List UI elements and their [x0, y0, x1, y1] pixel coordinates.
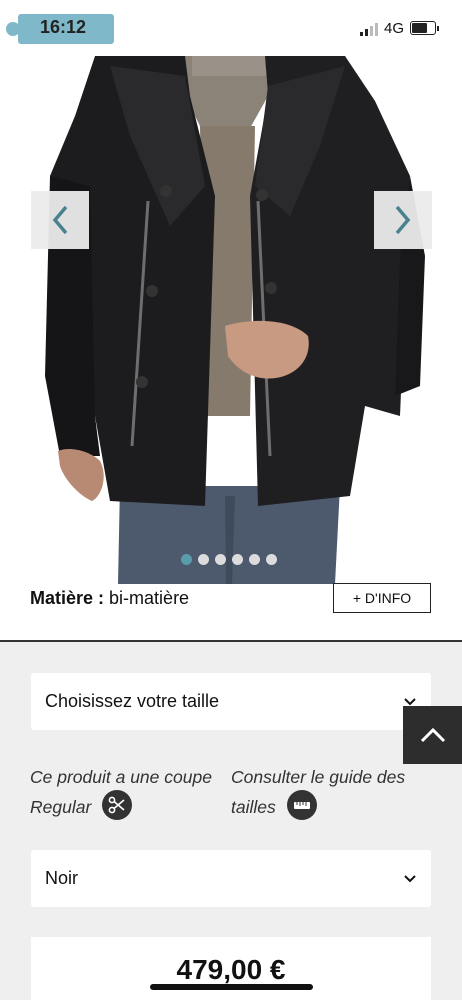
chevron-left-icon [52, 205, 68, 235]
scissors-icon [102, 790, 133, 821]
carousel-dot[interactable] [215, 554, 226, 565]
material-label: Matière : [30, 588, 105, 608]
carousel-next-button[interactable] [374, 191, 432, 249]
price-box: 479,00 € [31, 937, 431, 1007]
chevron-down-icon [404, 697, 416, 705]
carousel-dot[interactable] [266, 554, 277, 565]
chevron-up-icon [420, 727, 445, 743]
status-bar: 16:12 4G [0, 0, 462, 56]
carousel-dot[interactable] [249, 554, 260, 565]
carousel-dot[interactable] [232, 554, 243, 565]
size-guide-text: Consulter le guide des tailles [231, 767, 406, 817]
carousel-prev-button[interactable] [31, 191, 89, 249]
chevron-right-icon [395, 205, 411, 235]
material-value: bi-matière [109, 588, 190, 608]
carousel-pagination[interactable] [181, 554, 277, 565]
color-select[interactable]: Noir [31, 850, 431, 907]
carousel-dot[interactable] [198, 554, 209, 565]
scroll-to-top-button[interactable] [403, 706, 462, 764]
product-options-panel: Choisissez votre taille Ce produit a une… [0, 642, 462, 1007]
chevron-down-icon [404, 874, 416, 882]
battery-icon [410, 21, 439, 35]
size-select-label: Choisissez votre taille [45, 691, 220, 711]
network-label: 4G [384, 20, 405, 37]
tape-measure-icon [286, 790, 317, 821]
signal-icon [360, 22, 380, 36]
carousel-dot[interactable] [181, 554, 192, 565]
more-info-button[interactable]: + D'INFO [333, 583, 431, 613]
material-info: Matière : bi-matière [30, 588, 189, 609]
home-indicator[interactable] [150, 984, 313, 990]
product-image-carousel[interactable] [0, 56, 462, 584]
size-guide-link[interactable]: Consulter le guide des tailles [231, 762, 431, 823]
fit-note: Ce produit a une coupe Regular [30, 762, 230, 823]
size-select[interactable]: Choisissez votre taille [31, 673, 431, 730]
color-select-label: Noir [45, 868, 79, 888]
product-photo [45, 56, 425, 584]
product-price: 479,00 € [176, 954, 286, 985]
status-time: 16:12 [40, 17, 87, 37]
